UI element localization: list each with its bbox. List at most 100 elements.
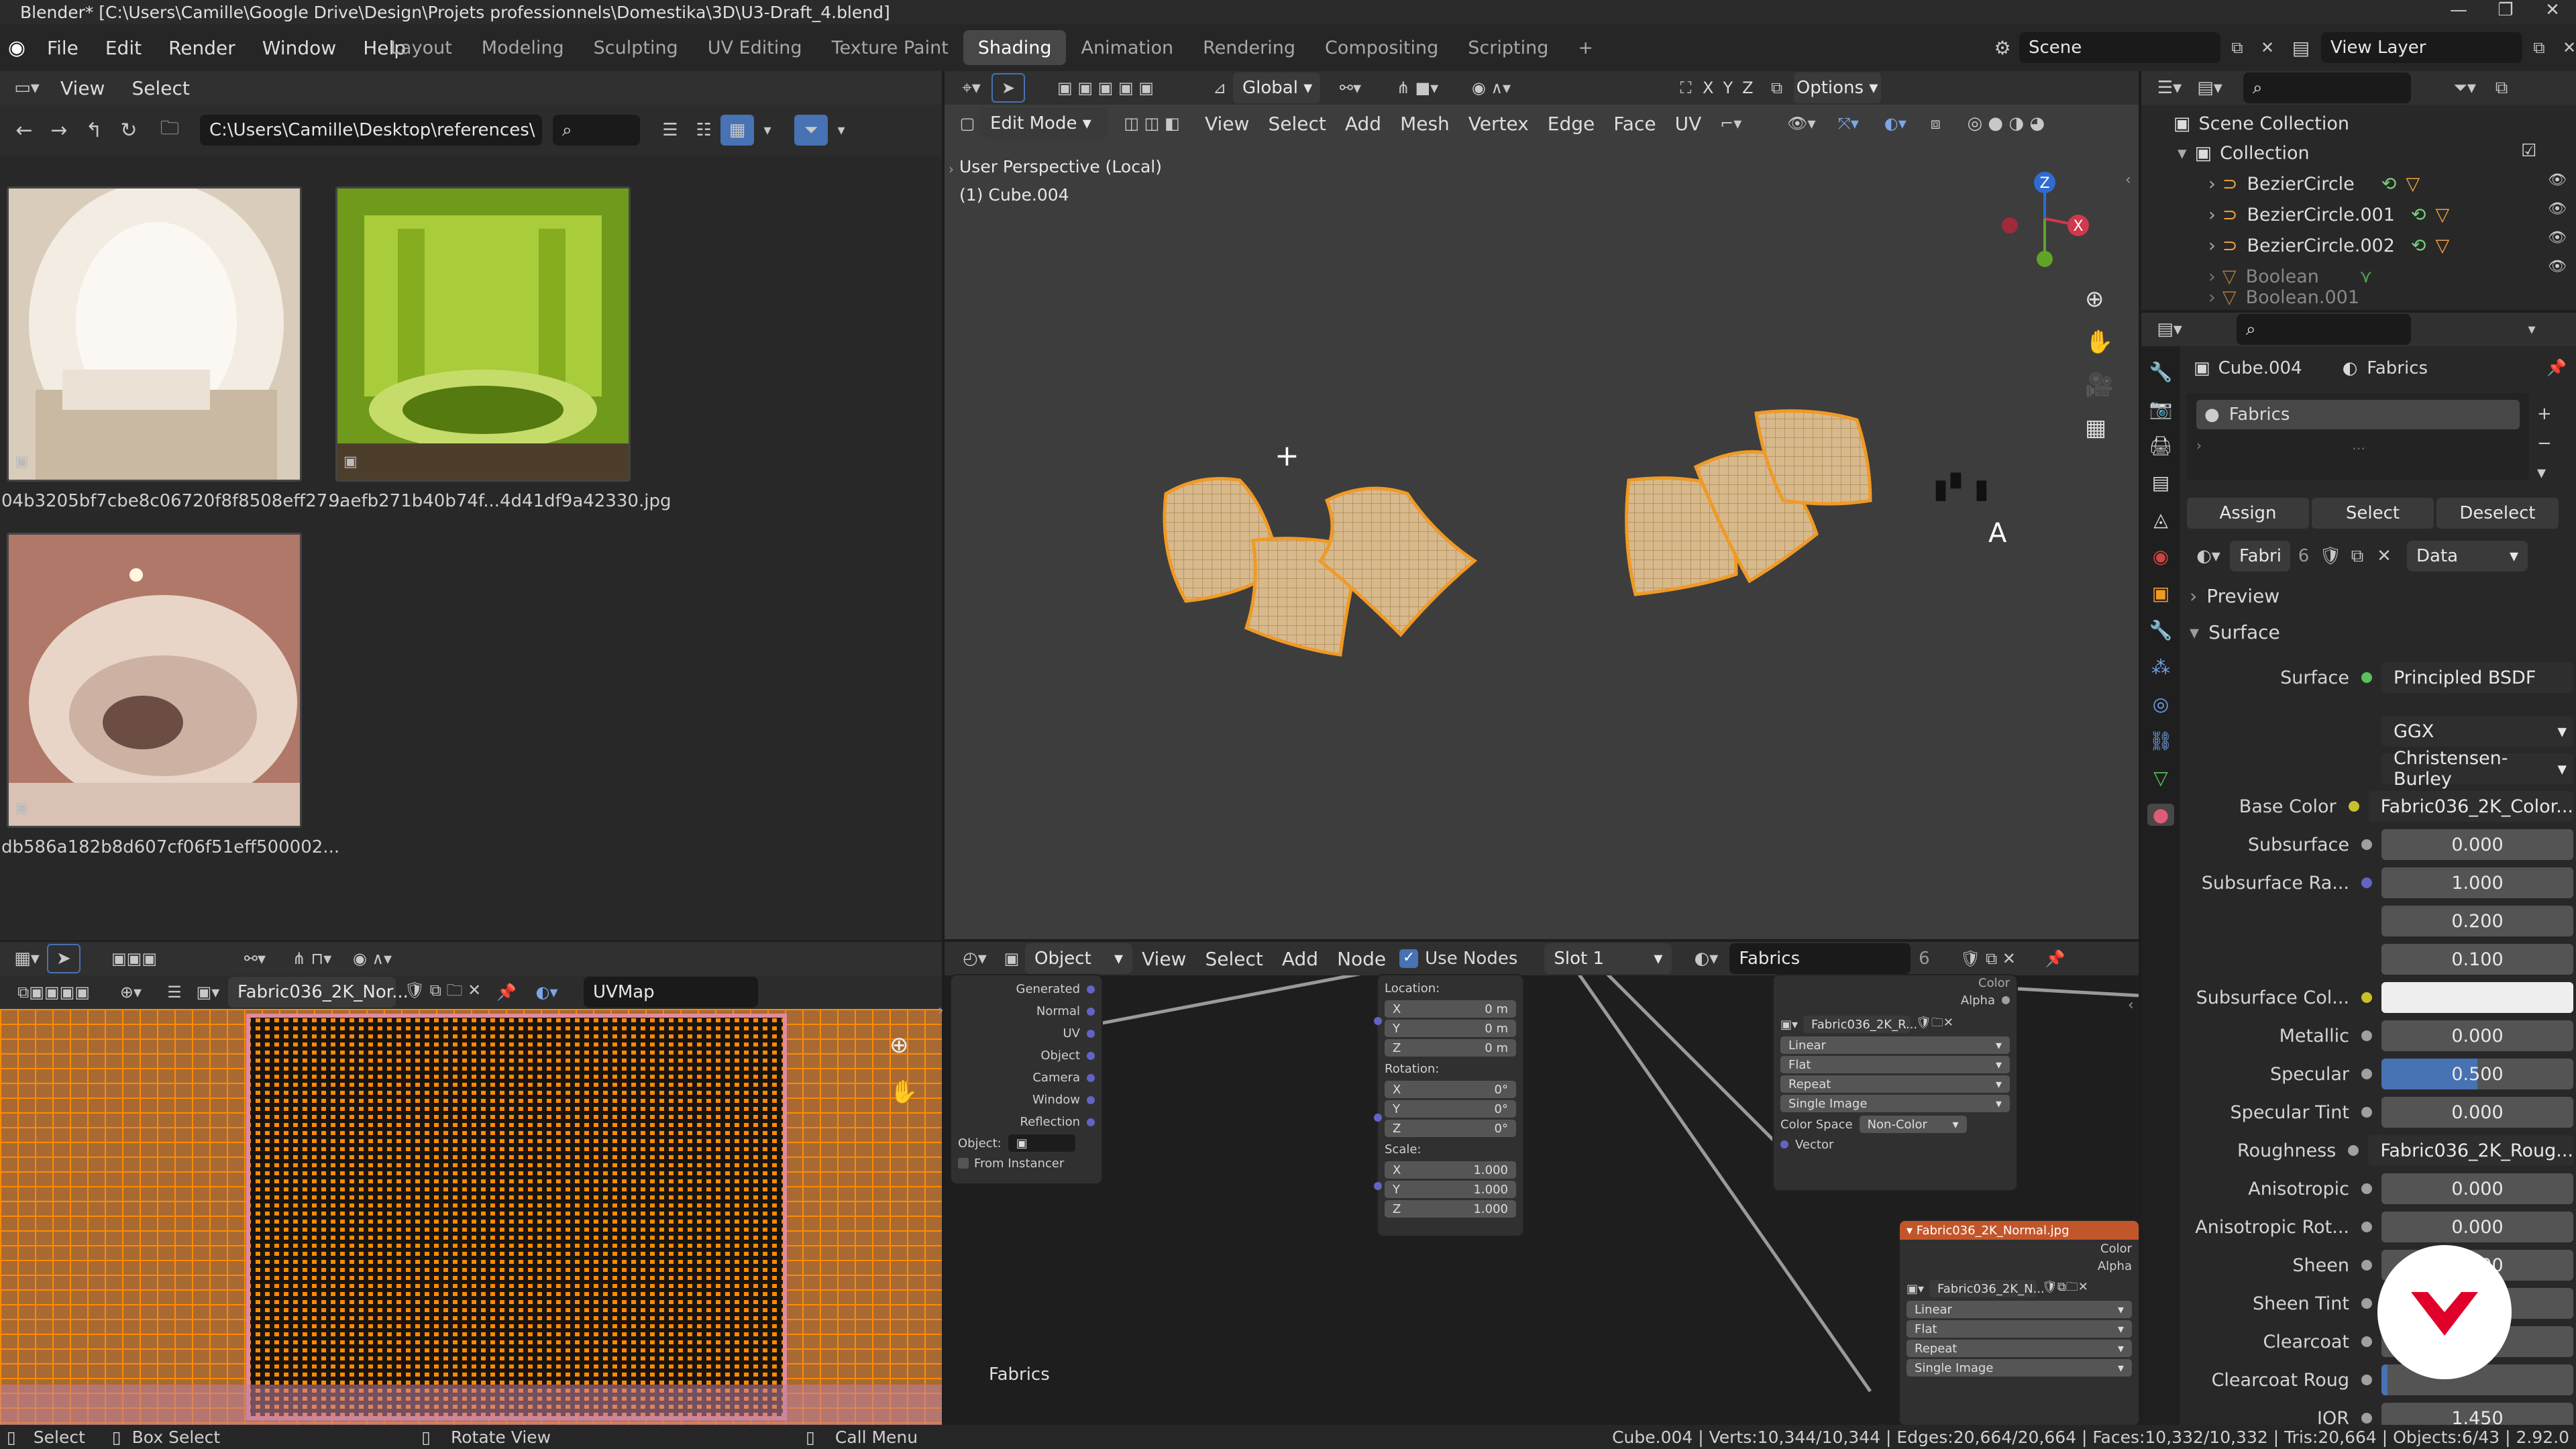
orientation-select[interactable]: Global ▾: [1233, 72, 1320, 103]
path-input[interactable]: C:\Users\Camille\Desktop\references\: [200, 115, 542, 146]
input-socket[interactable]: [1374, 1182, 1382, 1190]
socket-icon[interactable]: [2361, 877, 2372, 888]
slot-select[interactable]: Slot 1 ▾: [1544, 943, 1672, 974]
output-socket[interactable]: [1087, 1051, 1095, 1060]
blender-logo-icon[interactable]: ◉: [0, 24, 34, 71]
input-socket[interactable]: [1374, 1017, 1382, 1025]
menu-window[interactable]: Window: [249, 24, 350, 71]
socket-icon[interactable]: [2361, 1030, 2372, 1041]
select-button[interactable]: Select: [2312, 498, 2434, 529]
extension-select[interactable]: Repeat ▾: [1907, 1340, 2132, 1357]
viewport-menu-mesh[interactable]: Mesh: [1391, 105, 1459, 142]
output-socket-row[interactable]: Generated: [951, 978, 1102, 1000]
distribution-select[interactable]: GGX ▾: [2381, 716, 2573, 747]
tab-rendering[interactable]: Rendering: [1188, 30, 1310, 65]
forward-icon[interactable]: →: [42, 119, 76, 142]
tab-compositing[interactable]: Compositing: [1310, 30, 1453, 65]
output-socket-row[interactable]: Window: [951, 1089, 1102, 1111]
viewport-menu-uv[interactable]: UV: [1666, 105, 1711, 142]
auto-merge-icon[interactable]: ⧉: [1760, 78, 1794, 97]
socket-icon[interactable]: [2361, 1413, 2372, 1424]
navigation-gizmo[interactable]: Z X: [1991, 165, 2098, 272]
projection-select[interactable]: Flat ▾: [1907, 1320, 2132, 1338]
image-actions-icons[interactable]: 🛡 ⧉ 🗀 ✕: [396, 979, 490, 1006]
source-select[interactable]: Single Image ▾: [1780, 1095, 2010, 1112]
location-z-field[interactable]: Z0 m: [1385, 1039, 1516, 1057]
socket-icon[interactable]: [2361, 839, 2372, 850]
material-name-field[interactable]: Fabri: [2230, 541, 2290, 572]
filter-icon[interactable]: ⏷▾: [2445, 78, 2485, 99]
output-socket-row[interactable]: Camera: [951, 1067, 1102, 1089]
scale-y-field[interactable]: Y 1.000: [1385, 1181, 1516, 1198]
tab-layout[interactable]: Layout: [376, 30, 467, 65]
color-swatch[interactable]: [2381, 982, 2573, 1013]
new-collection-icon[interactable]: ⧉: [2485, 78, 2518, 99]
collection-checkbox[interactable]: ☑: [2521, 141, 2536, 161]
filter-search-input[interactable]: ⌕: [553, 115, 640, 146]
color-space-select[interactable]: Non-Color ▾: [1859, 1116, 1967, 1133]
tab-texture-paint[interactable]: Texture Paint: [817, 30, 963, 65]
number-field[interactable]: 0.000: [2381, 1020, 2573, 1051]
close-icon[interactable]: ✕: [2529, 0, 2576, 24]
number-field[interactable]: 0.000: [2381, 1097, 2573, 1128]
number-field[interactable]: 0.000: [2381, 1173, 2573, 1204]
refresh-icon[interactable]: ↻: [111, 119, 146, 142]
output-socket[interactable]: [1087, 985, 1095, 994]
socket-icon[interactable]: [2361, 1336, 2372, 1347]
sticky-select-icon[interactable]: ⊕▾: [101, 983, 161, 1002]
browse-material-icon[interactable]: ◐▾: [1682, 949, 1729, 969]
image-texture-node[interactable]: Color Alpha ▣▾ Fabric036_2K_R... 🛡🗀✕ Lin…: [1774, 975, 2017, 1190]
output-socket-row[interactable]: Reflection: [951, 1111, 1102, 1133]
scale-x-field[interactable]: X 1.000: [1385, 1161, 1516, 1179]
tab-uv-editing[interactable]: UV Editing: [693, 30, 817, 65]
from-instancer-checkbox[interactable]: From Instancer: [951, 1153, 1102, 1173]
menu-edit[interactable]: Edit: [92, 24, 155, 71]
alpha-output[interactable]: Alpha: [1774, 990, 2017, 1010]
interpolation-select[interactable]: Linear ▾: [1780, 1036, 2010, 1054]
scene-tab-icon[interactable]: ◬: [2153, 508, 2168, 531]
selection-mode-icons[interactable]: ▣▣▣: [94, 949, 174, 968]
shader-type-select[interactable]: Object ▾: [1025, 943, 1132, 974]
output-socket[interactable]: [1087, 1029, 1095, 1038]
scene-icon[interactable]: ⚙: [1986, 37, 2019, 59]
sidebar-toggle-icon[interactable]: ‹: [2128, 997, 2134, 1014]
select-mode-icons[interactable]: ◫ ◫ ◧: [1108, 114, 1195, 133]
node-editor[interactable]: ◴▾ ▣ Object ▾ View Select Add Node ✓ Use Nod…: [945, 942, 2139, 1425]
location-x-field[interactable]: X0 m: [1385, 1000, 1516, 1018]
minimize-icon[interactable]: —: [2435, 0, 2482, 24]
editor-type-icon[interactable]: ☰▾: [2149, 78, 2190, 98]
render-tab-icon[interactable]: 📷: [2149, 398, 2173, 420]
delete-view-layer-icon[interactable]: ✕: [2556, 38, 2576, 57]
select-tool-icon[interactable]: ➤: [991, 73, 1025, 103]
output-socket-row[interactable]: Normal: [951, 1000, 1102, 1022]
rotation-y-field[interactable]: Y 0°: [1385, 1100, 1516, 1118]
outliner-item[interactable]: › ⊃ BezierCircle ⟲ ▽: [2208, 169, 2420, 199]
select-tool-icon[interactable]: ➤: [47, 944, 80, 973]
tool-tab-icon[interactable]: 🔧: [2149, 361, 2173, 383]
tab-animation[interactable]: Animation: [1066, 30, 1188, 65]
source-select[interactable]: Single Image ▾: [1907, 1359, 2132, 1377]
options-chevron-icon[interactable]: ▾: [2518, 321, 2545, 338]
node-menu-select[interactable]: Select: [1195, 942, 1272, 975]
snap-icon[interactable]: ⋔ ⊓▾: [282, 949, 342, 968]
socket-icon[interactable]: [2361, 1298, 2372, 1309]
uv-select-icon[interactable]: ⌐▾: [1711, 114, 1751, 133]
viewport-menu-select[interactable]: Select: [1258, 105, 1335, 142]
socket-icon[interactable]: [2361, 1375, 2372, 1385]
file-thumbnail[interactable]: [7, 533, 302, 828]
parent-dir-icon[interactable]: ↰: [76, 119, 111, 142]
menu-file[interactable]: File: [34, 24, 92, 71]
mode-select[interactable]: Edit Mode ▾: [981, 108, 1108, 139]
object-picker[interactable]: ▣: [1008, 1134, 1075, 1152]
pivot-icon[interactable]: ⚯▾: [1320, 78, 1381, 97]
3d-viewport[interactable]: ⌖▾ ➤ ▣ ▣ ▣ ▣ ▣ ⊿ Global ▾ ⚯▾ ⋔ ■▾ ◉ ∧▾ ⛶…: [945, 71, 2139, 939]
pan-hand-icon[interactable]: ✋: [890, 1079, 918, 1106]
remove-slot-icon[interactable]: −: [2537, 433, 2552, 453]
projection-select[interactable]: Flat ▾: [1780, 1056, 2010, 1073]
scene-collection[interactable]: ▣ Scene Collection: [2174, 109, 2349, 138]
output-socket-row[interactable]: UV: [951, 1022, 1102, 1044]
deselect-button[interactable]: Deselect: [2436, 498, 2559, 529]
new-view-layer-icon[interactable]: ⧉: [2522, 38, 2556, 57]
node-title[interactable]: ▾ Fabric036_2K_Normal.jpg: [1900, 1221, 2139, 1240]
file-thumbnail[interactable]: [7, 186, 302, 482]
